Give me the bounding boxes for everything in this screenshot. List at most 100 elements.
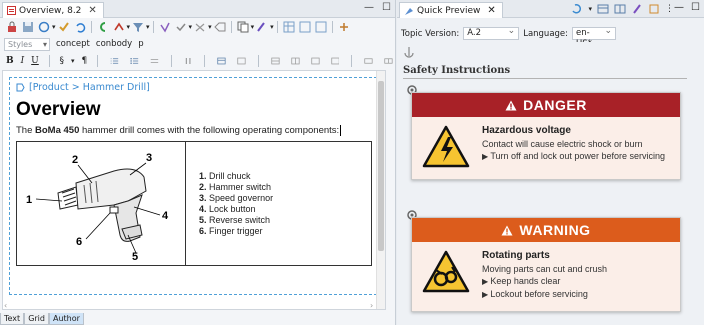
more-options-icon[interactable]: ⋮ xyxy=(665,4,674,14)
lock-icon[interactable] xyxy=(6,21,18,33)
danger-title: Hazardous voltage xyxy=(482,125,571,136)
spellcheck-icon[interactable] xyxy=(159,21,171,33)
part-number: 1. xyxy=(199,170,207,181)
table-icon[interactable] xyxy=(283,21,295,33)
parts-list-item[interactable]: 4. Lock button xyxy=(199,204,370,215)
parts-list-item[interactable]: 2. Hammer switch xyxy=(199,182,370,193)
code-icon[interactable] xyxy=(338,21,350,33)
danger-bullet: Turn off and lock out power before servi… xyxy=(482,150,665,163)
scroll-thumb[interactable] xyxy=(378,81,384,251)
paragraph-icon[interactable]: ¶ xyxy=(82,56,88,66)
part-number: 3. xyxy=(199,192,207,203)
minimize-icon[interactable]: — xyxy=(674,2,684,13)
preview-page: Safety Instructions DANGER Hazardous vol… xyxy=(399,42,689,325)
parts-list-item[interactable]: 5. Reverse switch xyxy=(199,215,370,226)
pin-icon[interactable] xyxy=(631,3,643,15)
section-divider xyxy=(403,78,687,79)
topic-version-select[interactable]: A.2 xyxy=(463,26,520,40)
warning-header: WARNING xyxy=(412,218,680,242)
insert-row-icon[interactable] xyxy=(271,55,280,67)
refresh-icon[interactable] xyxy=(571,3,583,15)
tag-concept[interactable]: concept xyxy=(56,39,90,49)
parts-list-item[interactable]: 1. Drill chuck xyxy=(199,171,370,182)
part-number: 4. xyxy=(199,203,207,214)
review-icon[interactable] xyxy=(175,21,187,33)
callout-2: 2 xyxy=(72,154,78,166)
parts-list-item[interactable]: 6. Finger trigger xyxy=(199,226,370,237)
tag-icon[interactable] xyxy=(213,21,226,33)
split-cells-icon[interactable] xyxy=(384,55,393,67)
insert-table-icon[interactable] xyxy=(217,55,226,67)
part-name: Reverse switch xyxy=(209,214,271,225)
tag-p[interactable]: p xyxy=(138,39,143,49)
editor-toolbar: ▾ ▾ ▾ ▾ ▾ ▾ ▾ xyxy=(0,19,395,35)
intro-paragraph[interactable]: The BoMa 450 hammer drill comes with the… xyxy=(16,125,370,137)
part-name: Lock button xyxy=(209,203,256,214)
indent-icon[interactable] xyxy=(150,55,159,67)
tab-author[interactable]: Author xyxy=(48,313,84,325)
sort-icon[interactable] xyxy=(184,55,193,67)
close-icon[interactable]: ✕ xyxy=(88,5,96,16)
editor-vertical-scrollbar[interactable] xyxy=(376,71,385,309)
join-cells-icon[interactable] xyxy=(364,55,373,67)
compare-icon[interactable] xyxy=(194,21,206,33)
components-table[interactable]: 1 2 3 4 5 6 1. Drill chuck 2. Hammer swi… xyxy=(16,141,372,266)
editor-mode-tabs: Text Grid Author xyxy=(0,313,84,325)
callout-1: 1 xyxy=(26,194,32,206)
preview-tab[interactable]: Quick Preview ✕ xyxy=(399,2,503,18)
author-editor[interactable]: [Product > Hammer Drill] Overview The Bo… xyxy=(2,70,386,310)
delete-row-icon[interactable] xyxy=(311,55,320,67)
hammer-drill-illustration: 1 2 3 4 5 6 xyxy=(26,152,169,263)
undo-icon[interactable] xyxy=(74,21,86,33)
link-icon[interactable] xyxy=(315,21,327,33)
danger-line: Contact will cause electric shock or bur… xyxy=(482,139,643,149)
scroll-right-icon[interactable]: › xyxy=(370,301,373,310)
italic-icon[interactable]: I xyxy=(21,56,25,66)
rotating-gears-icon xyxy=(422,250,470,293)
insert-col-icon[interactable] xyxy=(291,55,300,67)
parts-list-cell[interactable]: 1. Drill chuck 2. Hammer switch 3. Speed… xyxy=(185,141,372,266)
underline-icon[interactable]: U xyxy=(31,56,39,66)
warning-bullet: Keep hands clear xyxy=(482,275,607,288)
table-props-icon[interactable] xyxy=(237,55,246,67)
split-icon[interactable] xyxy=(614,3,626,15)
validate-icon[interactable] xyxy=(38,21,50,33)
page-title[interactable]: Overview xyxy=(16,99,370,121)
language-select[interactable]: en-US* xyxy=(572,26,617,49)
danger-label: DANGER xyxy=(523,97,587,113)
tab-grid[interactable]: Grid xyxy=(24,313,49,325)
part-name: Drill chuck xyxy=(209,170,251,181)
check-icon[interactable] xyxy=(58,21,70,33)
bullet-list-icon[interactable] xyxy=(130,55,139,67)
maximize-icon[interactable]: ☐ xyxy=(382,2,391,13)
section-icon[interactable]: § xyxy=(60,56,65,66)
part-number: 2. xyxy=(199,181,207,192)
highlight-icon[interactable] xyxy=(256,21,268,33)
topic-body[interactable]: [Product > Hammer Drill] Overview The Bo… xyxy=(9,77,377,295)
breadcrumb[interactable]: [Product > Hammer Drill] xyxy=(16,82,370,93)
tag-conbody[interactable]: conbody xyxy=(96,39,132,49)
drill-image-cell[interactable]: 1 2 3 4 5 6 xyxy=(16,141,186,266)
copy-icon[interactable] xyxy=(237,21,249,33)
filter-icon[interactable] xyxy=(132,21,144,33)
close-icon[interactable]: ✕ xyxy=(487,5,495,16)
editor-tab[interactable]: Overview, 8.2 ✕ xyxy=(2,2,104,18)
maximize-icon[interactable]: ☐ xyxy=(691,2,700,13)
bold-icon[interactable]: B xyxy=(6,56,14,66)
parts-list-item[interactable]: 3. Speed governor xyxy=(199,193,370,204)
anchor-icon xyxy=(404,47,414,58)
format-icon[interactable] xyxy=(113,21,125,33)
transform-icon[interactable] xyxy=(97,21,109,33)
part-number: 5. xyxy=(199,214,207,225)
layout-icon[interactable] xyxy=(597,3,609,15)
export-icon[interactable] xyxy=(648,3,660,15)
scroll-left-icon[interactable]: ‹ xyxy=(4,301,7,310)
minimize-icon[interactable]: — xyxy=(364,2,374,13)
image-icon[interactable] xyxy=(299,21,311,33)
preview-canvas[interactable]: Safety Instructions DANGER Hazardous vol… xyxy=(399,42,689,325)
styles-dropdown[interactable]: Styles xyxy=(4,37,50,51)
delete-col-icon[interactable] xyxy=(330,55,340,67)
save-icon[interactable] xyxy=(22,21,34,33)
ordered-list-icon[interactable] xyxy=(110,55,119,67)
tab-text[interactable]: Text xyxy=(0,313,25,325)
